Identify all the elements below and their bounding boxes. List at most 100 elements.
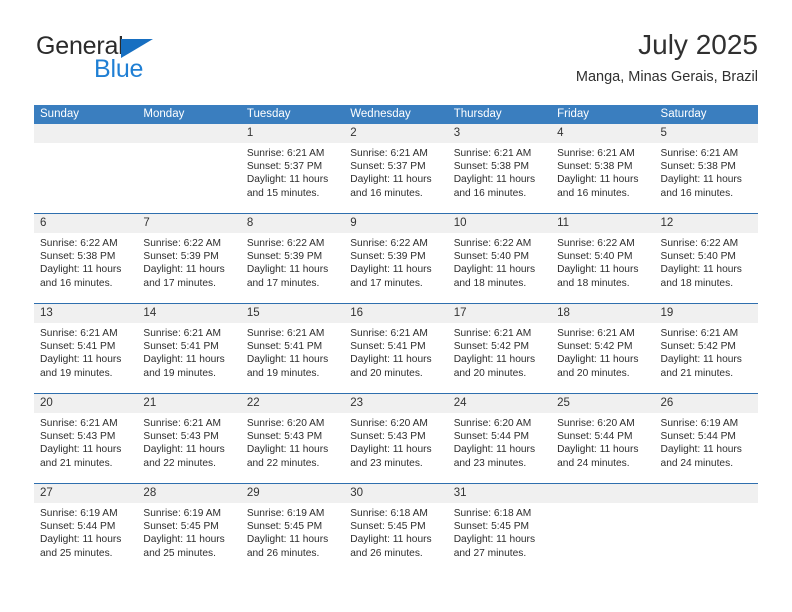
sunrise-time: Sunrise: 6:21 AM [246,328,325,339]
calendar-day-cell-empty [137,124,241,213]
sunset-time: Sunset: 5:42 PM [557,341,633,353]
calendar-day-cell[interactable]: 27 Sunrise: 6:19 AM Sunset: 5:44 PM Dayligh… [34,484,138,573]
day-details: Sunrise: 6:21 AM Sunset: 5:41 PM Daylight:… [137,323,240,380]
sunset-time: Sunset: 5:45 PM [453,521,530,533]
sunset-time: Sunset: 5:38 PM [660,161,736,173]
day-number-band: 6 [34,214,138,233]
calendar-day-cell[interactable]: 26 Sunrise: 6:19 AM Sunset: 5:44 PM Dayligh… [654,394,758,483]
day-number: 1 [246,127,254,139]
daylight-duration-line1: Daylight: 11 hours [660,264,742,276]
sunset-time: Sunset: 5:45 PM [143,521,219,533]
daylight-duration-line2: and 19 minutes. [40,367,113,379]
day-details: Sunrise: 6:20 AM Sunset: 5:43 PM Daylight:… [344,413,447,470]
daylight-duration-line1: Daylight: 11 hours [660,174,742,186]
sunrise-time: Sunrise: 6:22 AM [246,238,325,249]
day-number: 21 [143,397,157,409]
calendar-week-row: 20 Sunrise: 6:21 AM Sunset: 5:43 PM Dayligh… [34,393,758,483]
calendar-day-cell[interactable]: 31 Sunrise: 6:18 AM Sunset: 5:45 PM Dayligh… [447,484,552,573]
daylight-duration-line1: Daylight: 11 hours [246,264,329,276]
calendar-day-cell[interactable]: 21 Sunrise: 6:21 AM Sunset: 5:43 PM Dayligh… [137,394,241,483]
calendar-day-cell[interactable]: 13 Sunrise: 6:21 AM Sunset: 5:41 PM Dayligh… [34,304,138,393]
sunrise-time: Sunrise: 6:21 AM [40,328,118,339]
calendar-day-cell[interactable]: 3 Sunrise: 6:21 AM Sunset: 5:38 PM Daylight… [447,124,552,213]
daylight-duration-line1: Daylight: 11 hours [453,264,536,276]
daylight-duration-line2: and 23 minutes. [350,457,423,469]
calendar-day-cell[interactable]: 29 Sunrise: 6:19 AM Sunset: 5:45 PM Dayligh… [240,484,345,573]
sunrise-time: Sunrise: 6:21 AM [143,418,222,429]
calendar-day-cell[interactable]: 19 Sunrise: 6:21 AM Sunset: 5:42 PM Dayligh… [654,304,758,393]
calendar-day-cell[interactable]: 5 Sunrise: 6:21 AM Sunset: 5:38 PM Daylight… [654,124,758,213]
calendar-day-cell[interactable]: 15 Sunrise: 6:21 AM Sunset: 5:41 PM Dayligh… [240,304,345,393]
sunset-time: Sunset: 5:40 PM [453,251,530,263]
calendar-day-cell[interactable]: 28 Sunrise: 6:19 AM Sunset: 5:45 PM Dayligh… [137,484,241,573]
day-details: Sunrise: 6:20 AM Sunset: 5:44 PM Daylight:… [448,413,551,470]
day-details: Sunrise: 6:20 AM Sunset: 5:43 PM Daylight:… [241,413,344,470]
daylight-duration-line1: Daylight: 11 hours [557,264,639,276]
calendar-day-cell[interactable]: 18 Sunrise: 6:21 AM Sunset: 5:42 PM Dayligh… [551,304,655,393]
calendar-day-cell[interactable]: 6 Sunrise: 6:22 AM Sunset: 5:38 PM Daylight… [34,214,138,303]
day-details: Sunrise: 6:21 AM Sunset: 5:43 PM Daylight:… [34,413,137,470]
day-number-band [137,124,241,143]
sunrise-time: Sunrise: 6:22 AM [143,238,222,249]
calendar-day-cell[interactable]: 22 Sunrise: 6:20 AM Sunset: 5:43 PM Dayligh… [240,394,345,483]
day-number-band: 21 [137,394,241,413]
sunrise-time: Sunrise: 6:22 AM [453,238,532,249]
sunset-time: Sunset: 5:41 PM [350,341,426,353]
daylight-duration-line1: Daylight: 11 hours [246,444,329,456]
calendar-day-cell[interactable]: 9 Sunrise: 6:22 AM Sunset: 5:39 PM Daylight… [344,214,448,303]
sunset-time: Sunset: 5:42 PM [453,341,530,353]
sunrise-time: Sunrise: 6:20 AM [350,418,428,429]
daylight-duration-line1: Daylight: 11 hours [453,534,536,546]
day-number-band: 16 [344,304,448,323]
day-number: 7 [143,217,150,229]
calendar-day-cell[interactable]: 1 Sunrise: 6:21 AM Sunset: 5:37 PM Daylight… [240,124,345,213]
daylight-duration-line1: Daylight: 11 hours [143,444,225,456]
calendar-day-cell[interactable]: 23 Sunrise: 6:20 AM Sunset: 5:43 PM Dayligh… [344,394,448,483]
day-number-band: 28 [137,484,241,503]
day-number-band: 12 [654,214,758,233]
day-number: 29 [246,487,260,499]
day-number-band: 15 [240,304,345,323]
calendar-day-cell[interactable]: 12 Sunrise: 6:22 AM Sunset: 5:40 PM Dayligh… [654,214,758,303]
calendar-day-cell[interactable]: 24 Sunrise: 6:20 AM Sunset: 5:44 PM Dayligh… [447,394,552,483]
generalblue-logo[interactable]: General Blue [34,34,164,86]
calendar-day-cell[interactable]: 25 Sunrise: 6:20 AM Sunset: 5:44 PM Dayligh… [551,394,655,483]
calendar-day-cell[interactable]: 11 Sunrise: 6:22 AM Sunset: 5:40 PM Dayligh… [551,214,655,303]
daylight-duration-line1: Daylight: 11 hours [557,444,639,456]
sunset-time: Sunset: 5:44 PM [453,431,530,443]
sunset-time: Sunset: 5:41 PM [40,341,116,353]
calendar-week-row: 27 Sunrise: 6:19 AM Sunset: 5:44 PM Dayligh… [34,483,758,573]
calendar-day-cell[interactable]: 7 Sunrise: 6:22 AM Sunset: 5:39 PM Daylight… [137,214,241,303]
daylight-duration-line2: and 22 minutes. [143,457,216,469]
day-number-band: 8 [240,214,345,233]
calendar-page: General Blue July 2025 Manga, Minas Gera… [0,0,792,612]
calendar-day-cell[interactable]: 8 Sunrise: 6:22 AM Sunset: 5:39 PM Daylight… [240,214,345,303]
calendar-day-cell[interactable]: 17 Sunrise: 6:21 AM Sunset: 5:42 PM Dayligh… [447,304,552,393]
day-details: Sunrise: 6:22 AM Sunset: 5:39 PM Daylight:… [241,233,344,290]
calendar-day-cell[interactable]: 16 Sunrise: 6:21 AM Sunset: 5:41 PM Dayligh… [344,304,448,393]
daylight-duration-line1: Daylight: 11 hours [350,264,432,276]
sunset-time: Sunset: 5:41 PM [246,341,323,353]
calendar-day-cell[interactable]: 30 Sunrise: 6:18 AM Sunset: 5:45 PM Dayligh… [344,484,448,573]
calendar-day-cell-empty [654,484,758,573]
daylight-duration-line1: Daylight: 11 hours [40,444,122,456]
calendar-day-cell[interactable]: 2 Sunrise: 6:21 AM Sunset: 5:37 PM Daylight… [344,124,448,213]
calendar-day-cell[interactable]: 10 Sunrise: 6:22 AM Sunset: 5:40 PM Dayligh… [447,214,552,303]
sunrise-time: Sunrise: 6:21 AM [453,328,532,339]
day-details: Sunrise: 6:21 AM Sunset: 5:41 PM Daylight:… [241,323,344,380]
calendar-day-cell[interactable]: 14 Sunrise: 6:21 AM Sunset: 5:41 PM Dayligh… [137,304,241,393]
calendar-day-cell[interactable]: 4 Sunrise: 6:21 AM Sunset: 5:38 PM Daylight… [551,124,655,213]
day-details: Sunrise: 6:22 AM Sunset: 5:39 PM Daylight:… [344,233,447,290]
day-details: Sunrise: 6:19 AM Sunset: 5:45 PM Daylight:… [241,503,344,560]
calendar-day-cell[interactable]: 20 Sunrise: 6:21 AM Sunset: 5:43 PM Dayligh… [34,394,138,483]
day-details: Sunrise: 6:19 AM Sunset: 5:45 PM Daylight:… [137,503,240,560]
day-details: Sunrise: 6:21 AM Sunset: 5:38 PM Daylight:… [551,143,654,200]
daylight-duration-line2: and 24 minutes. [660,457,734,469]
calendar-weeks: 1 Sunrise: 6:21 AM Sunset: 5:37 PM Daylight… [34,124,758,573]
day-details: Sunrise: 6:21 AM Sunset: 5:37 PM Daylight:… [344,143,447,200]
daylight-duration-line1: Daylight: 11 hours [453,444,536,456]
day-number: 17 [453,307,467,319]
day-details: Sunrise: 6:21 AM Sunset: 5:38 PM Daylight:… [655,143,758,200]
day-details: Sunrise: 6:19 AM Sunset: 5:44 PM Daylight:… [34,503,137,560]
sunrise-time: Sunrise: 6:21 AM [557,148,635,159]
